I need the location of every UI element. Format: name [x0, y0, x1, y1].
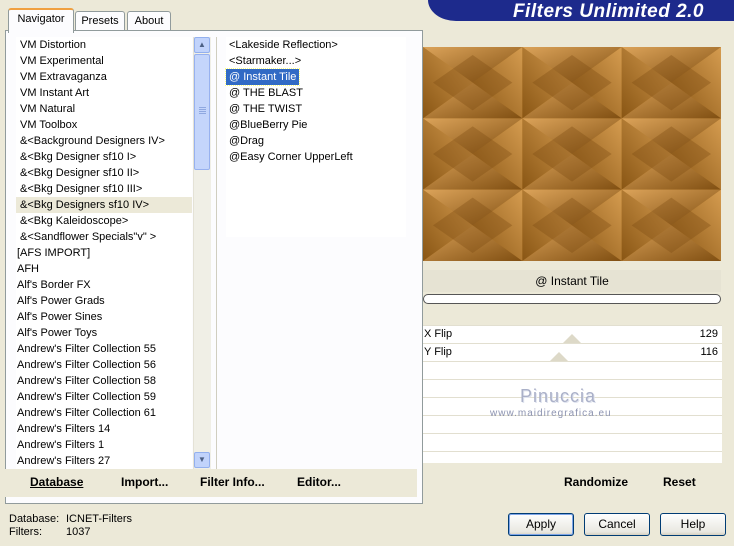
progress-bar	[423, 294, 721, 304]
database-label: Database:	[9, 513, 60, 525]
category-item[interactable]: Alf's Power Grads	[16, 293, 192, 309]
scroll-down-button[interactable]: ▼	[194, 452, 210, 468]
category-item[interactable]: Andrew's Filters 14	[16, 421, 192, 437]
category-item[interactable]: Andrew's Filter Collection 56	[16, 357, 192, 373]
category-item[interactable]: &<Background Designers IV>	[16, 133, 192, 149]
navigator-toolbar: Database Import... Filter Info... Editor…	[5, 469, 417, 497]
filter-item[interactable]: @ THE BLAST	[226, 85, 306, 101]
category-item[interactable]: &<Bkg Designer sf10 II>	[16, 165, 192, 181]
database-value: ICNET-Filters	[66, 513, 132, 525]
param-label: Y Flip	[424, 346, 452, 358]
editor-button[interactable]: Editor...	[297, 475, 341, 489]
category-item[interactable]: VM Instant Art	[16, 85, 192, 101]
filters-count-label: Filters:	[9, 526, 42, 538]
category-scrollbar[interactable]: ▲ ▼	[193, 37, 211, 469]
category-item[interactable]: &<Bkg Designer sf10 I>	[16, 149, 192, 165]
filter-item[interactable]: <Lakeside Reflection>	[226, 37, 341, 53]
param-value: 116	[700, 346, 718, 358]
category-item[interactable]: Andrew's Filters 27	[16, 453, 192, 469]
category-item[interactable]: Andrew's Filters 1	[16, 437, 192, 453]
help-button[interactable]: Help	[660, 513, 726, 536]
tab-presets[interactable]: Presets	[75, 11, 125, 31]
filter-item[interactable]: @Drag	[226, 133, 267, 149]
preview-pattern	[423, 47, 721, 261]
category-item[interactable]: Andrew's Filter Collection 58	[16, 373, 192, 389]
app-title: Filters Unlimited 2.0	[512, 1, 704, 22]
filters-count-value: 1037	[66, 526, 91, 538]
category-item[interactable]: VM Experimental	[16, 53, 192, 69]
preview-filter-name: @ Instant Tile	[423, 270, 721, 292]
param-value: 129	[699, 328, 718, 340]
watermark-url: www.maidiregrafica.eu	[490, 408, 612, 419]
scroll-thumb[interactable]	[194, 54, 210, 170]
filter-item[interactable]: @Easy Corner UpperLeft	[226, 149, 356, 165]
param-label: X Flip	[424, 328, 453, 340]
param-row-x-flip[interactable]: X Flip 129	[422, 325, 722, 343]
title-banner: Filters Unlimited 2.0	[428, 0, 734, 22]
filter-item[interactable]: @BlueBerry Pie	[226, 117, 310, 133]
slider-thumb[interactable]	[550, 352, 568, 361]
category-item[interactable]: Alf's Power Sines	[16, 309, 192, 325]
category-item[interactable]: VM Natural	[16, 101, 192, 117]
category-item[interactable]: &<Sandflower Specials"v" >	[16, 229, 192, 245]
cancel-button[interactable]: Cancel	[584, 513, 650, 536]
filter-item[interactable]: @ Instant Tile	[224, 68, 301, 86]
category-item[interactable]: VM Toolbox	[16, 117, 192, 133]
tab-navigator[interactable]: Navigator	[8, 8, 74, 33]
tab-about[interactable]: About	[127, 11, 171, 31]
scroll-up-icon: ▲	[198, 40, 206, 49]
list-divider	[216, 37, 217, 469]
category-item[interactable]: VM Extravaganza	[16, 69, 192, 85]
category-item[interactable]: Andrew's Filter Collection 61	[16, 405, 192, 421]
category-item[interactable]: Alf's Border FX	[16, 277, 192, 293]
filter-item[interactable]: <Starmaker...>	[226, 53, 304, 69]
param-row-y-flip[interactable]: Y Flip 116	[422, 343, 722, 361]
database-button[interactable]: Database	[30, 475, 83, 489]
preview-toolbar: Randomize Reset	[422, 469, 723, 497]
category-item[interactable]: Andrew's Filter Collection 59	[16, 389, 192, 405]
category-item[interactable]: Andrew's Filter Collection 55	[16, 341, 192, 357]
scroll-down-icon: ▼	[198, 455, 206, 464]
filter-list[interactable]: <Lakeside Reflection> <Starmaker...> @ Ins…	[224, 37, 406, 237]
category-item[interactable]: &<Bkg Kaleidoscope>	[16, 213, 192, 229]
apply-button[interactable]: Apply	[508, 513, 574, 536]
category-item[interactable]: VM Distortion	[16, 37, 192, 53]
slider-thumb[interactable]	[563, 334, 581, 343]
category-item[interactable]: [AFS IMPORT]	[16, 245, 192, 261]
watermark-title: Pinuccia	[520, 386, 597, 406]
category-item[interactable]: &<Bkg Designers sf10 IV>	[16, 197, 192, 213]
category-list[interactable]: VM Distortion VM Experimental VM Extravaga…	[16, 37, 192, 469]
filter-info-button[interactable]: Filter Info...	[200, 475, 265, 489]
reset-button[interactable]: Reset	[663, 475, 696, 489]
import-button[interactable]: Import...	[121, 475, 168, 489]
filter-item[interactable]: @ THE TWIST	[226, 101, 305, 117]
randomize-button[interactable]: Randomize	[564, 475, 628, 489]
preview-image	[423, 47, 721, 261]
category-item[interactable]: Alf's Power Toys	[16, 325, 192, 341]
category-item[interactable]: &<Bkg Designer sf10 III>	[16, 181, 192, 197]
scroll-up-button[interactable]: ▲	[194, 37, 210, 53]
category-item[interactable]: AFH	[16, 261, 192, 277]
